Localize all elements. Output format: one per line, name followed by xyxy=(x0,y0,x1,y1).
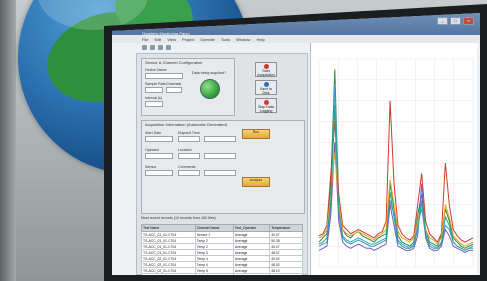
column-header[interactable]: Test_Operator xyxy=(232,224,271,232)
menu-help[interactable]: Help xyxy=(256,37,264,42)
maximize-button[interactable]: □ xyxy=(450,17,461,25)
date-picker-field[interactable] xyxy=(204,136,236,142)
table-cell: Average xyxy=(232,273,271,275)
pause-icon[interactable] xyxy=(166,44,171,50)
save-to-disk-button[interactable]: Save to Disk xyxy=(255,80,277,95)
option-field[interactable] xyxy=(204,153,236,159)
column-header[interactable]: Channel Name xyxy=(194,224,234,232)
comments-field[interactable] xyxy=(178,170,200,176)
stop-logging-button[interactable]: Stop Data Logging xyxy=(255,98,277,113)
menu-project[interactable]: Project xyxy=(182,37,194,42)
table-cell: 49.33 xyxy=(269,273,303,275)
data-chart xyxy=(310,43,477,275)
menu-view[interactable]: View xyxy=(167,37,176,42)
abort-icon[interactable] xyxy=(158,44,163,50)
channels-field[interactable] xyxy=(166,87,182,93)
channels-label: Channels xyxy=(166,82,182,86)
menu-edit[interactable]: Edit xyxy=(154,37,161,42)
device-label: Device Name xyxy=(145,68,167,72)
start-date-label: Start Date xyxy=(145,131,162,135)
table-cell: Temp 6 xyxy=(194,273,234,275)
acquisition-info-group: Acquisition Information (Automatic Gener… xyxy=(141,120,305,214)
menu-file[interactable]: File xyxy=(142,37,148,42)
analyze-button-label: Analyze xyxy=(249,178,263,182)
interval-field[interactable] xyxy=(145,101,163,107)
minimize-button[interactable]: _ xyxy=(437,17,448,25)
sensor-field[interactable] xyxy=(145,170,173,176)
chart-canvas xyxy=(318,58,474,268)
operator-field[interactable] xyxy=(145,153,173,159)
window-controls: _ □ x xyxy=(437,17,474,25)
acquisition-info-title: Acquisition Information (Automatic Gener… xyxy=(145,122,228,127)
sensor-label: Sensor xyxy=(145,165,157,169)
column-header[interactable]: Temperature xyxy=(269,224,303,232)
table-body: TS-ACC_01_01-C704 Sensor 1 Average 40.07 TS-… xyxy=(141,231,303,275)
run-button-label: Run xyxy=(252,130,260,134)
location-label: Location xyxy=(178,148,192,152)
run-continuous-icon[interactable] xyxy=(150,44,155,50)
start-acquisition-button[interactable]: Start Acquisition xyxy=(255,62,277,77)
start-acquisition-label: Start Acquisition xyxy=(257,69,275,77)
left-edge-shadow xyxy=(0,0,16,281)
elapsed-time-field[interactable] xyxy=(178,136,200,142)
close-button[interactable]: x xyxy=(463,17,474,25)
save-to-disk-label: Save to Disk xyxy=(259,87,273,95)
menu-operate[interactable]: Operate xyxy=(200,37,214,42)
operator-label: Operator xyxy=(145,148,160,152)
elapsed-time-label: Elapsed Time xyxy=(178,131,200,135)
table-cell: TS-ACC_02_01-C704 xyxy=(141,273,196,275)
location-field[interactable] xyxy=(178,153,200,159)
records-table: Test Name Channel Name Test_Operator Tem… xyxy=(141,224,303,275)
menu-bar: File Edit View Project Operate Tools Win… xyxy=(112,35,480,43)
status-label: Data being acquired? xyxy=(192,71,227,75)
analyze-button[interactable]: Analyze xyxy=(242,177,270,187)
table-title: Most recent records (10 records from 100… xyxy=(141,216,216,220)
comments-label: Comments xyxy=(178,165,196,169)
column-header[interactable]: Test Name xyxy=(141,224,196,232)
table-row[interactable]: TS-ACC_02_01-C704Temp 6Average49.33 xyxy=(141,273,303,275)
run-icon[interactable] xyxy=(142,44,147,50)
start-date-field[interactable] xyxy=(145,136,173,142)
menu-window[interactable]: Window xyxy=(236,37,250,42)
menu-tools[interactable]: Tools xyxy=(221,37,230,42)
option-field[interactable] xyxy=(204,170,236,176)
config-group: Sensor & Channel Configuration Device Na… xyxy=(141,58,235,116)
run-button[interactable]: Run xyxy=(242,129,270,139)
status-led-indicator xyxy=(200,79,220,99)
device-field[interactable] xyxy=(145,73,183,79)
config-group-title: Sensor & Channel Configuration xyxy=(145,60,203,65)
sample-rate-field[interactable] xyxy=(145,87,163,93)
control-panel: Sensor & Channel Configuration Device Na… xyxy=(136,53,308,275)
stop-logging-label: Stop Data Logging xyxy=(258,105,274,113)
toolbar xyxy=(142,43,272,51)
sample-rate-label: Sample Rate xyxy=(145,82,166,86)
application-window: Quarterly Monitoring Panel _ □ x File Ed… xyxy=(112,13,480,275)
interval-label: Interval (s) xyxy=(145,96,162,100)
